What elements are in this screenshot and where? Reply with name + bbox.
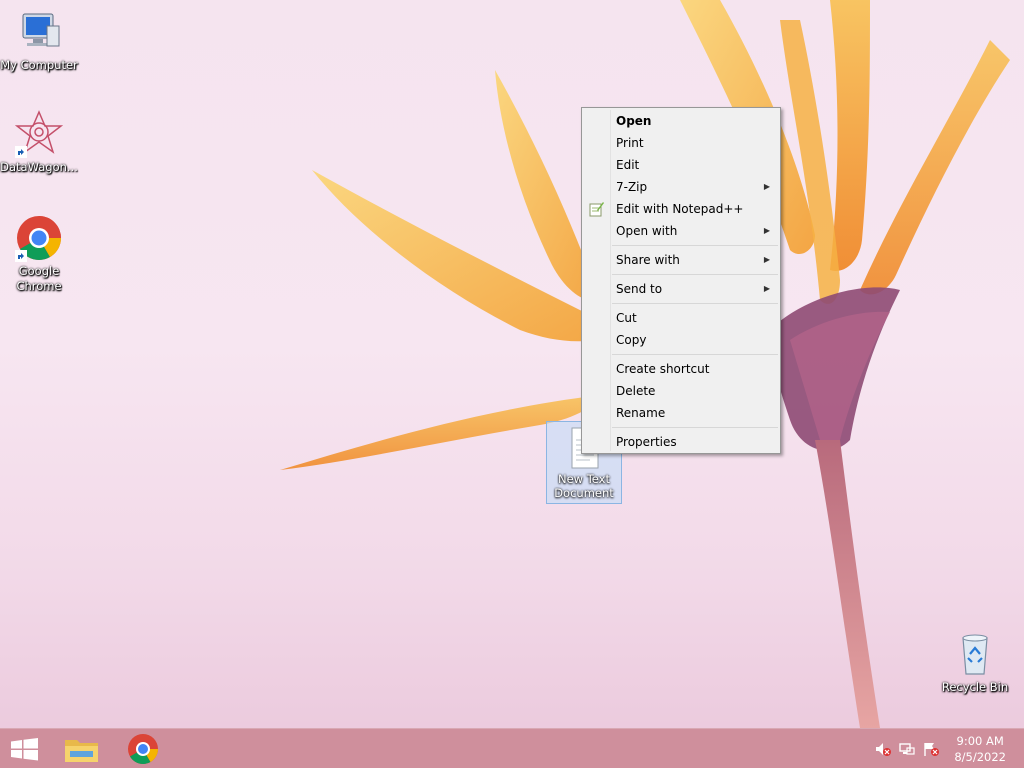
taskbar: 9:00 AM 8/5/2022 <box>0 728 1024 768</box>
menu-item-share-with-label: Share with <box>616 253 680 267</box>
google-chrome-desktop-icon[interactable]: Google Chrome <box>0 214 78 294</box>
context-menu[interactable]: Open Print Edit 7-Zip ▶ Edit with Notepad… <box>581 107 781 454</box>
my-computer-desktop-icon[interactable]: My Computer <box>0 8 78 73</box>
submenu-arrow-icon: ▶ <box>763 255 770 264</box>
menu-item-print-label: Print <box>616 136 644 150</box>
file-explorer-icon <box>65 740 98 762</box>
menu-item-edit[interactable]: Edit <box>582 154 780 176</box>
menu-separator <box>612 427 778 428</box>
datawagon-label: DataWagon... <box>0 160 78 174</box>
menu-item-properties-label: Properties <box>616 435 677 449</box>
recycle-bin-desktop-icon[interactable]: Recycle Bin <box>936 630 1014 695</box>
recycle-bin-icon <box>951 630 999 678</box>
menu-item-delete-label: Delete <box>616 384 656 398</box>
menu-item-create-shortcut[interactable]: Create shortcut <box>582 358 780 380</box>
menu-item-copy[interactable]: Copy <box>582 329 780 351</box>
submenu-arrow-icon: ▶ <box>763 284 770 293</box>
menu-item-open[interactable]: Open <box>582 110 780 132</box>
menu-separator <box>612 274 778 275</box>
notepad-plus-icon <box>588 201 604 217</box>
clock-date: 8/5/2022 <box>954 750 1006 764</box>
shortcut-arrow-icon <box>15 250 27 262</box>
chrome-icon <box>128 734 158 765</box>
menu-item-open-label: Open <box>616 114 652 128</box>
menu-item-send-to[interactable]: Send to ▶ <box>582 278 780 300</box>
menu-item-delete[interactable]: Delete <box>582 380 780 402</box>
wallpaper-flower <box>280 0 1010 728</box>
submenu-arrow-icon: ▶ <box>763 226 770 235</box>
new-text-document-label: New Text Document <box>554 472 614 500</box>
menu-item-7zip-label: 7-Zip <box>616 180 648 194</box>
menu-item-copy-label: Copy <box>616 333 647 347</box>
menu-item-cut-label: Cut <box>616 311 637 325</box>
menu-item-7zip[interactable]: 7-Zip ▶ <box>582 176 780 198</box>
menu-separator <box>612 245 778 246</box>
system-clock[interactable]: 9:00 AM 8/5/2022 <box>954 733 1006 765</box>
menu-item-create-shortcut-label: Create shortcut <box>616 362 710 376</box>
chrome-taskbar-button[interactable] <box>116 729 170 768</box>
datawagon-icon <box>14 110 64 158</box>
action-center-icon[interactable] <box>922 741 940 757</box>
shortcut-arrow-icon <box>15 146 27 158</box>
menu-item-edit-with-notepad-plus-plus[interactable]: Edit with Notepad++ <box>582 198 780 220</box>
menu-item-share-with[interactable]: Share with ▶ <box>582 249 780 271</box>
file-explorer-taskbar-button[interactable] <box>56 729 110 768</box>
menu-item-edit-with-notepad-label: Edit with Notepad++ <box>616 202 744 216</box>
network-icon[interactable] <box>898 741 916 757</box>
menu-item-properties[interactable]: Properties <box>582 431 780 453</box>
computer-icon <box>15 8 63 56</box>
menu-item-rename-label: Rename <box>616 406 666 420</box>
menu-item-edit-label: Edit <box>616 158 640 172</box>
my-computer-label: My Computer <box>0 58 78 72</box>
menu-item-open-with-label: Open with <box>616 224 678 238</box>
menu-item-print[interactable]: Print <box>582 132 780 154</box>
desktop[interactable]: My Computer DataWagon... Google Chrome R… <box>0 0 1024 768</box>
start-button[interactable] <box>0 729 54 768</box>
menu-item-send-to-label: Send to <box>616 282 663 296</box>
google-chrome-label: Google Chrome <box>16 264 62 293</box>
recycle-bin-label: Recycle Bin <box>941 680 1009 694</box>
submenu-arrow-icon: ▶ <box>763 182 770 191</box>
windows-logo-icon <box>11 738 38 761</box>
clock-time: 9:00 AM <box>956 734 1004 748</box>
menu-item-cut[interactable]: Cut <box>582 307 780 329</box>
datawagon-desktop-icon[interactable]: DataWagon... <box>0 110 78 175</box>
volume-muted-icon[interactable] <box>874 741 892 757</box>
menu-separator <box>612 303 778 304</box>
menu-separator <box>612 354 778 355</box>
menu-item-rename[interactable]: Rename <box>582 402 780 424</box>
menu-item-open-with[interactable]: Open with ▶ <box>582 220 780 242</box>
chrome-icon <box>15 214 63 262</box>
